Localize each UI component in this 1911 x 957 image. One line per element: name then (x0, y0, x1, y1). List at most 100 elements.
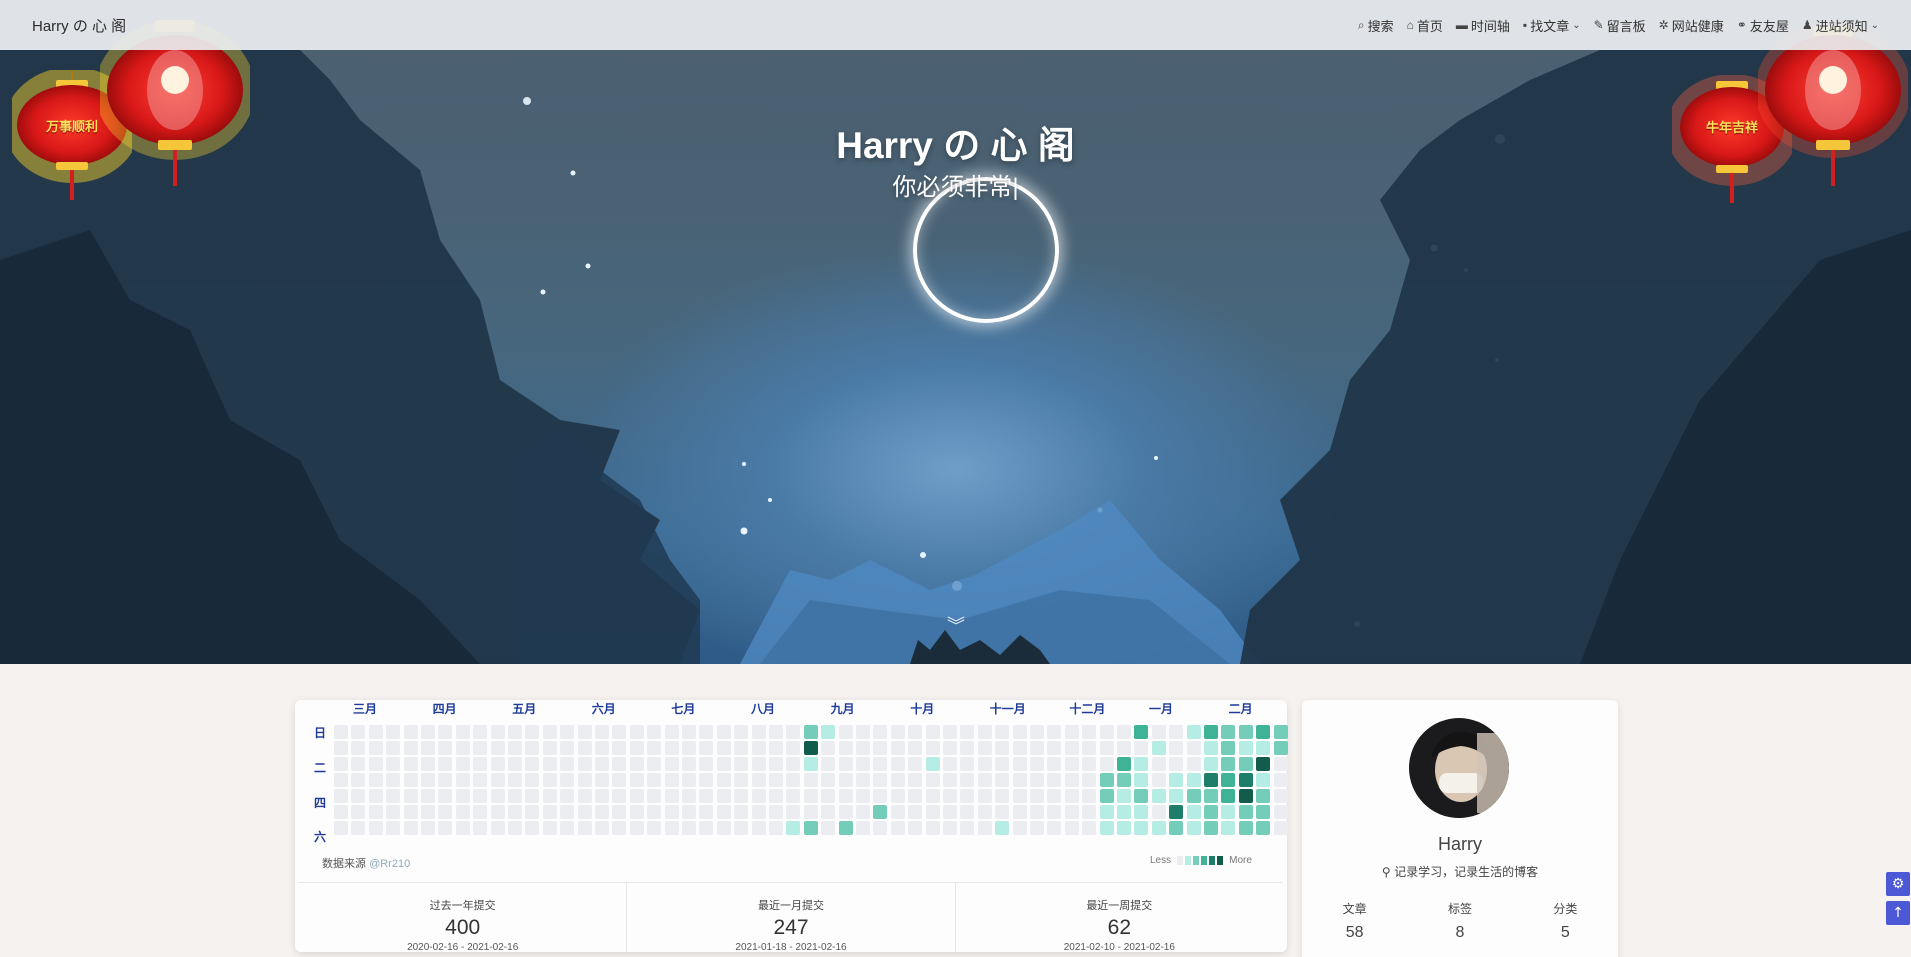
contribution-cell[interactable] (508, 821, 522, 836)
contribution-cell[interactable] (1186, 789, 1201, 804)
contribution-cell[interactable] (890, 773, 905, 788)
contribution-cell[interactable] (421, 821, 435, 836)
contribution-cell[interactable] (1047, 773, 1062, 788)
author-stat-tags[interactable]: 标签 8 (1407, 900, 1512, 942)
contribution-cell[interactable] (473, 757, 488, 772)
contribution-cell[interactable] (838, 725, 853, 739)
contribution-cell[interactable] (421, 805, 435, 820)
contribution-cell[interactable] (1186, 741, 1201, 755)
contribution-cell[interactable] (1047, 741, 1062, 755)
contribution-cell[interactable] (873, 741, 888, 755)
contribution-cell[interactable] (890, 789, 905, 804)
contribution-cell[interactable] (473, 773, 488, 788)
contribution-cell[interactable] (386, 773, 401, 788)
contribution-cell[interactable] (943, 821, 957, 836)
contribution-cell[interactable] (1134, 789, 1149, 804)
contribution-cell[interactable] (960, 789, 975, 804)
nav-item-archive[interactable]: ▬ 时间轴 (1456, 16, 1510, 35)
contribution-cell[interactable] (612, 789, 627, 804)
contribution-cell[interactable] (490, 757, 505, 772)
contribution-cell[interactable] (368, 741, 383, 755)
contribution-cell[interactable] (1030, 725, 1044, 739)
contribution-cell[interactable] (682, 725, 696, 739)
contribution-cell[interactable] (995, 821, 1010, 836)
contribution-cell[interactable] (1256, 821, 1271, 836)
contribution-cell[interactable] (699, 821, 714, 836)
contribution-cell[interactable] (334, 805, 348, 820)
contribution-cell[interactable] (525, 789, 540, 804)
contribution-cell[interactable] (1047, 757, 1062, 772)
contribution-cell[interactable] (925, 725, 940, 739)
contribution-cell[interactable] (769, 789, 783, 804)
contribution-cell[interactable] (925, 789, 940, 804)
contribution-cell[interactable] (1169, 821, 1184, 836)
contribution-cell[interactable] (647, 757, 662, 772)
contribution-cell[interactable] (1221, 757, 1236, 772)
contribution-cell[interactable] (1238, 805, 1253, 820)
contribution-cell[interactable] (612, 757, 627, 772)
contribution-cell[interactable] (577, 773, 592, 788)
contribution-cell[interactable] (1082, 741, 1097, 755)
contribution-cell[interactable] (1099, 773, 1114, 788)
nav-item-feather[interactable]: ✎ 留言板 (1594, 16, 1646, 35)
contribution-cell[interactable] (612, 773, 627, 788)
contribution-cell[interactable] (403, 773, 418, 788)
contribution-cell[interactable] (803, 757, 818, 772)
contribution-cell[interactable] (873, 757, 888, 772)
contribution-cell[interactable] (838, 773, 853, 788)
contribution-cell[interactable] (699, 741, 714, 755)
contribution-cell[interactable] (1117, 725, 1131, 739)
back-to-top-button[interactable]: ↑ (1886, 901, 1910, 925)
contribution-cell[interactable] (1117, 757, 1131, 772)
contribution-cell[interactable] (1012, 805, 1027, 820)
contribution-cell[interactable] (995, 741, 1010, 755)
contribution-cell[interactable] (647, 821, 662, 836)
contribution-cell[interactable] (334, 725, 348, 739)
contribution-cell[interactable] (1151, 757, 1166, 772)
contribution-cell[interactable] (943, 725, 957, 739)
contribution-cell[interactable] (1169, 805, 1184, 820)
contribution-cell[interactable] (1221, 805, 1236, 820)
contribution-cell[interactable] (960, 821, 975, 836)
contribution-cell[interactable] (856, 805, 870, 820)
contribution-cell[interactable] (595, 789, 609, 804)
contribution-cell[interactable] (1064, 757, 1079, 772)
contribution-cell[interactable] (490, 789, 505, 804)
contribution-cell[interactable] (995, 725, 1010, 739)
contribution-cell[interactable] (1117, 821, 1131, 836)
contribution-cell[interactable] (1273, 757, 1288, 772)
contribution-cell[interactable] (1134, 741, 1149, 755)
contribution-cell[interactable] (716, 725, 731, 739)
contribution-cell[interactable] (508, 805, 522, 820)
contribution-cell[interactable] (334, 741, 348, 755)
contribution-cell[interactable] (542, 725, 557, 739)
contribution-cell[interactable] (1030, 821, 1044, 836)
contribution-cell[interactable] (960, 805, 975, 820)
contribution-cell[interactable] (629, 773, 644, 788)
contribution-cell[interactable] (1186, 725, 1201, 739)
contribution-cell[interactable] (751, 773, 766, 788)
contribution-cell[interactable] (595, 757, 609, 772)
contribution-cell[interactable] (716, 821, 731, 836)
contribution-cell[interactable] (473, 741, 488, 755)
contribution-cell[interactable] (1117, 741, 1131, 755)
contribution-cell[interactable] (647, 789, 662, 804)
contribution-cell[interactable] (421, 773, 435, 788)
contribution-cell[interactable] (821, 821, 836, 836)
contribution-cell[interactable] (769, 821, 783, 836)
nav-item-user[interactable]: ♟ 进站须知 ⌄ (1802, 16, 1879, 35)
contribution-cell[interactable] (438, 789, 453, 804)
contribution-cell[interactable] (977, 741, 992, 755)
contribution-cell[interactable] (803, 725, 818, 739)
contribution-cell[interactable] (455, 789, 470, 804)
contribution-cell[interactable] (560, 725, 575, 739)
contribution-cell[interactable] (351, 757, 366, 772)
contribution-cell[interactable] (1204, 805, 1218, 820)
data-source-user-link[interactable]: @Rr210 (369, 858, 410, 870)
contribution-cell[interactable] (1134, 805, 1149, 820)
contribution-cell[interactable] (1221, 725, 1236, 739)
contribution-cell[interactable] (1204, 725, 1218, 739)
contribution-cell[interactable] (455, 821, 470, 836)
contribution-cell[interactable] (908, 741, 923, 755)
contribution-cell[interactable] (508, 773, 522, 788)
